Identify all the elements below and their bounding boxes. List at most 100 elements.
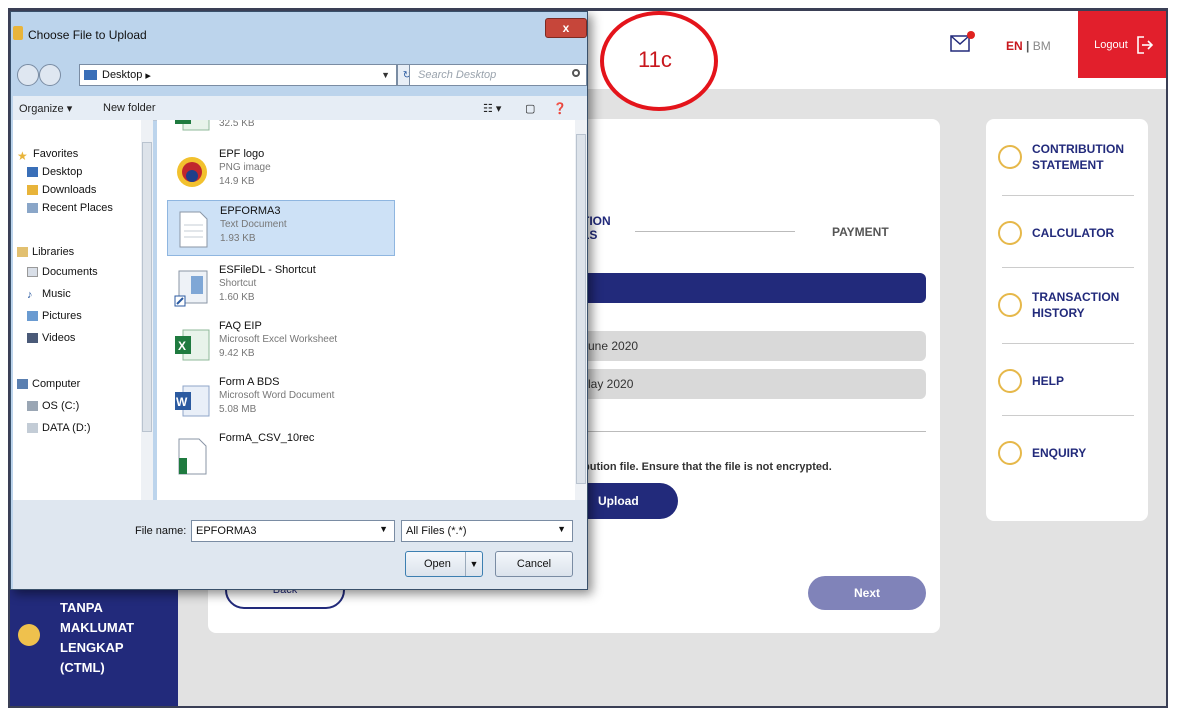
menu-divider <box>1002 343 1134 344</box>
menu-enquiry[interactable]: ENQUIRY <box>998 441 1136 465</box>
file-item[interactable]: X FAQ EIP Microsoft Excel Worksheet 9.42… <box>167 316 395 372</box>
nav-pictures[interactable]: Pictures <box>27 310 82 322</box>
file-size: 9.42 KB <box>219 348 255 359</box>
word-icon: W <box>175 385 210 417</box>
svg-text:X: X <box>178 120 186 123</box>
nav-os-c[interactable]: OS (C:) <box>27 400 79 412</box>
chevron-down-icon[interactable]: ▼ <box>379 524 388 534</box>
nav-label: DATA (D:) <box>42 422 91 434</box>
period-row[interactable]: lay 2020 <box>570 369 926 399</box>
nav-data-d[interactable]: DATA (D:) <box>27 422 90 434</box>
desktop-folder-icon <box>84 70 97 80</box>
excel-icon: X <box>175 120 210 131</box>
nav-recent-places[interactable]: Recent Places <box>27 202 113 214</box>
file-item[interactable]: FormA_CSV_10rec <box>167 428 395 484</box>
nav-label: Favorites <box>33 148 79 160</box>
menu-divider <box>1002 195 1134 196</box>
lang-en[interactable]: EN <box>1006 39 1023 53</box>
address-text: Desktop <box>102 69 143 81</box>
nav-libraries[interactable]: Libraries <box>17 246 74 258</box>
address-arrow-icon: ▸ <box>145 69 151 82</box>
scrollbar-thumb[interactable] <box>576 134 586 484</box>
nav-desktop[interactable]: Desktop <box>27 166 82 178</box>
lang-bm[interactable]: BM <box>1033 39 1051 53</box>
menu-label: CONTRIBUTION <box>1032 142 1124 156</box>
dialog-toolbar: Organize ▾ New folder ☷ ▾ ▢ ❓ <box>13 96 587 121</box>
chevron-down-icon[interactable]: ▼ <box>557 524 566 534</box>
file-type-select[interactable]: All Files (*.*) ▼ <box>401 520 573 542</box>
section-header-bar <box>570 273 926 303</box>
language-switch[interactable]: EN | BM <box>1006 39 1051 53</box>
nav-label: Pictures <box>42 310 82 322</box>
nav-label: Music <box>42 288 71 300</box>
back-nav-icon[interactable] <box>17 64 39 86</box>
dialog-app-icon <box>13 26 23 40</box>
lang-separator: | <box>1022 39 1033 53</box>
menu-transaction-history[interactable]: TRANSACTION HISTORY <box>998 289 1136 321</box>
sidebar-item-ctml[interactable]: TANPA MAKLUMAT LENGKAP (CTML) <box>18 598 134 678</box>
music-icon: ♪ <box>27 289 33 301</box>
file-item[interactable]: ESFileDL - Shortcut Shortcut 1.60 KB <box>167 260 395 316</box>
chevron-down-icon[interactable]: ▼ <box>381 70 390 80</box>
logout-label: Logout <box>1094 38 1128 51</box>
menu-calculator[interactable]: CALCULATOR <box>998 221 1136 245</box>
close-button[interactable]: x <box>545 18 587 38</box>
screenshot-frame: TANPA MAKLUMAT LENGKAP (CTML) EN | BM Lo… <box>8 8 1168 708</box>
step-connector <box>635 231 795 232</box>
chevron-down-icon[interactable]: ▼ <box>465 552 482 576</box>
nav-documents[interactable]: Documents <box>27 266 98 278</box>
file-item[interactable]: X Microsoft Excel Worksheet 32.5 KB <box>167 120 395 142</box>
file-name: ESFileDL - Shortcut <box>219 264 316 276</box>
nav-computer[interactable]: Computer <box>17 378 80 390</box>
open-button[interactable]: Open ▼ <box>405 551 483 577</box>
nav-label: Desktop <box>42 166 83 178</box>
file-item-selected[interactable]: EPFORMA3 Text Document 1.93 KB <box>167 200 395 256</box>
file-name-label: File name: <box>135 525 187 537</box>
file-upload-dialog: Choose File to Upload x Desktop ▸ ▼ ↻ Se… <box>10 11 588 590</box>
menu-label: HELP <box>1032 374 1065 388</box>
search-icon <box>572 69 580 77</box>
file-item[interactable]: W Form A BDS Microsoft Word Document 5.0… <box>167 372 395 428</box>
nav-scrollbar[interactable] <box>141 120 153 500</box>
sidebar-line: (CTML) <box>60 660 105 675</box>
new-folder-button[interactable]: New folder <box>103 102 156 114</box>
file-list-scrollbar[interactable] <box>575 120 587 500</box>
file-size: 32.5 KB <box>219 120 255 129</box>
nav-videos[interactable]: Videos <box>27 332 75 344</box>
file-size: 1.60 KB <box>219 292 255 303</box>
organize-button[interactable]: Organize ▾ <box>19 102 72 115</box>
logout-button[interactable]: Logout <box>1078 11 1166 78</box>
nav-downloads[interactable]: Downloads <box>27 184 96 196</box>
search-input[interactable]: Search Desktop <box>409 64 587 86</box>
next-button[interactable]: Next <box>808 576 926 610</box>
preview-pane-icon[interactable]: ▢ <box>525 102 535 115</box>
help-icon <box>998 369 1022 393</box>
forward-nav-icon[interactable] <box>39 64 61 86</box>
text-file-icon <box>179 211 208 248</box>
star-icon: ★ <box>17 149 28 163</box>
menu-divider <box>1002 267 1134 268</box>
menu-contribution-statement[interactable]: CONTRIBUTION STATEMENT <box>998 141 1136 173</box>
nav-label: Downloads <box>42 184 97 196</box>
period-row[interactable]: une 2020 <box>570 331 926 361</box>
address-bar[interactable]: Desktop ▸ ▼ <box>79 64 397 86</box>
menu-label: HISTORY <box>1032 306 1085 320</box>
file-name: EPFORMA3 <box>220 205 281 217</box>
nav-favorites[interactable]: ★ Favorites <box>17 148 79 163</box>
view-options-icon[interactable]: ☷ ▾ <box>483 102 501 115</box>
cancel-button[interactable]: Cancel <box>495 551 573 577</box>
step-payment: PAYMENT <box>832 225 889 239</box>
scrollbar-thumb[interactable] <box>142 142 152 432</box>
file-name-input[interactable]: EPFORMA3 ▼ <box>191 520 395 542</box>
nav-label: Videos <box>42 332 76 344</box>
notification-dot <box>967 31 975 39</box>
ctml-icon <box>18 624 40 646</box>
documents-icon <box>27 267 38 277</box>
help-icon[interactable]: ❓ <box>553 102 567 115</box>
nav-music[interactable]: ♪ Music <box>27 288 71 301</box>
menu-help[interactable]: HELP <box>998 369 1136 393</box>
file-item[interactable]: EPF logo PNG image 14.9 KB <box>167 144 395 200</box>
recent-places-icon <box>27 203 38 213</box>
document-icon <box>998 145 1022 169</box>
file-name: EPF logo <box>219 148 265 160</box>
